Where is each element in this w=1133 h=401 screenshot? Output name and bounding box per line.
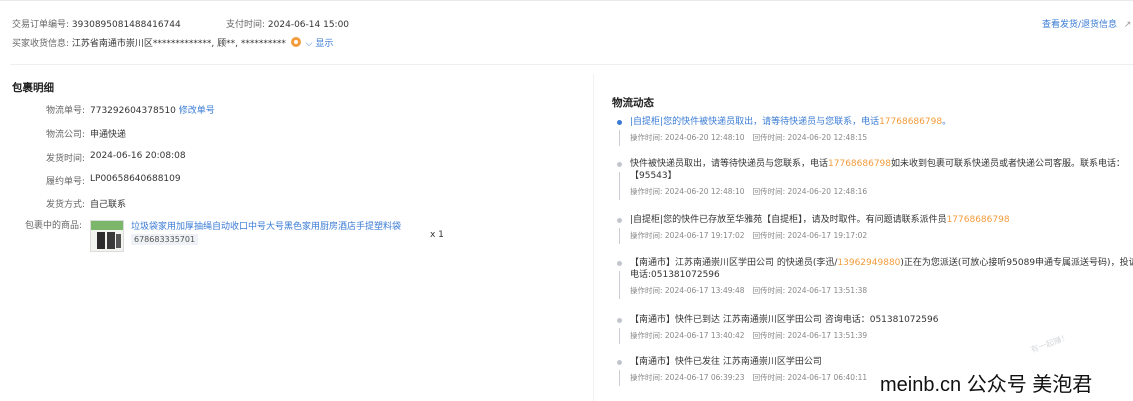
- timeline-event-text: |自提柜|您的快件被快递员取出，请等待快递员与您联系，电话17768686798…: [630, 117, 952, 127]
- package-title: 包裹明细: [12, 82, 54, 94]
- product-thumbnail[interactable]: [90, 220, 124, 252]
- product-id-badge: 678683335701: [131, 234, 199, 245]
- courier-phone[interactable]: 13962949880: [837, 258, 900, 268]
- fulfill-value: LP00658640688109: [90, 174, 181, 184]
- timeline-event-times: 操作时间: 2024-06-17 19:17:02 回传时间: 2024-06-1…: [630, 231, 868, 240]
- timeline-dot: [617, 162, 622, 167]
- timeline-event-text: 【南通市】快件已发往 江苏南通崇川区学田公司: [630, 357, 822, 367]
- timeline-event-text: 【南通市】江苏南通崇川区学田公司 的快递员(李迅/13962949880)正在为…: [630, 258, 1133, 280]
- fulfill-label: 履约单号:: [45, 177, 85, 187]
- pay-time-value: 2024-06-14 15:00: [267, 20, 350, 30]
- external-link-icon[interactable]: ↗ |: [1124, 20, 1133, 30]
- panel-divider: [593, 74, 594, 401]
- timeline-event-times: 操作时间: 2024-06-17 06:39:23 回传时间: 2024-06-1…: [630, 373, 868, 382]
- chevron-down-icon[interactable]: ⌵: [306, 39, 313, 49]
- carrier-label: 物流公司:: [45, 130, 85, 140]
- ship-time-value: 2024-06-16 20:08:08: [90, 151, 186, 161]
- package-details: 物流单号: 773292604378510 修改单号 物流公司: 申通快递 发货…: [0, 103, 590, 303]
- order-number-label: 交易订单编号:: [12, 20, 70, 30]
- view-shipping-row: 查看发货/退货信息 ↗ |: [1042, 17, 1133, 30]
- timeline-line: [619, 370, 620, 386]
- buyer-info-label: 买家收货信息:: [12, 39, 70, 49]
- pay-time-label: 支付时间:: [226, 20, 266, 30]
- ship-method-value: 自己联系: [90, 200, 127, 210]
- edit-tracking-link[interactable]: 修改单号: [179, 106, 215, 116]
- timeline-event-times: 操作时间: 2024-06-20 12:48:10 回传时间: 2024-06-2…: [630, 133, 868, 142]
- timeline-event-text: 快件被快递员取出，请等待快递员与您联系，电话17768686798如未收到包裹可…: [630, 159, 1126, 181]
- tracking-label: 物流单号:: [45, 106, 85, 116]
- timeline-line: [619, 130, 620, 146]
- order-number-value: 3930895081488416744: [71, 20, 181, 30]
- goods-label: 包裹中的商品:: [24, 221, 82, 231]
- timeline-event-times: 操作时间: 2024-06-17 13:49:48 回传时间: 2024-06-1…: [630, 286, 868, 295]
- courier-phone[interactable]: 17768686798: [879, 117, 942, 127]
- courier-phone[interactable]: 17768686798: [947, 215, 1010, 225]
- pay-time-row: 支付时间: 2024-06-14 15:00: [226, 17, 349, 30]
- eye-privacy-icon[interactable]: [290, 37, 301, 47]
- top-border: [0, 0, 1133, 1]
- logistics-title: 物流动态: [612, 97, 654, 109]
- timeline-line: [619, 172, 620, 200]
- timeline-dot: [617, 261, 622, 266]
- product-name-link[interactable]: 垃圾袋家用加厚抽绳自动收口中号大号黑色家用厨房酒店手提塑料袋: [131, 219, 401, 232]
- timeline-dot: [617, 218, 622, 223]
- timeline-line: [619, 228, 620, 244]
- tracking-value-wrap: 773292604378510 修改单号: [90, 103, 215, 116]
- carrier-value: 申通快递: [90, 130, 127, 140]
- timeline-line: [619, 271, 620, 299]
- watermark-text: meinb.cn 公众号 美泡君: [880, 374, 1093, 396]
- timeline-event-times: 操作时间: 2024-06-20 12:48:10 回传时间: 2024-06-2…: [630, 187, 868, 196]
- timeline-line: [619, 328, 620, 344]
- product-image-icon: [91, 221, 123, 249]
- buyer-info-row: 买家收货信息: 江苏省南通市崇川区*************, 顾**, ***…: [12, 36, 333, 49]
- timeline-dot: [617, 318, 622, 323]
- order-number-row: 交易订单编号: 3930895081488416744: [12, 17, 181, 30]
- courier-phone[interactable]: 17768686798: [828, 159, 891, 169]
- timeline-event-times: 操作时间: 2024-06-17 13:40:42 回传时间: 2024-06-1…: [630, 331, 868, 340]
- timeline-event-text: |自提柜|您的快件已存放至华雅苑【自提柜】，请及时取件。有问题请联系派件员177…: [630, 215, 1010, 225]
- show-info-link[interactable]: 显示: [315, 39, 333, 49]
- timeline-event-text: 【南通市】快件已到达 江苏南通崇川区学田公司 咨询电话：051381072596: [630, 315, 939, 325]
- faint-watermark: 有一起赚！: [1029, 332, 1071, 355]
- header-divider: [10, 64, 1133, 65]
- view-shipping-link[interactable]: 查看发货/退货信息: [1042, 20, 1117, 30]
- ship-method-label: 发货方式:: [45, 200, 85, 210]
- timeline-dot-active: [617, 120, 622, 125]
- buyer-info-value: 江苏省南通市崇川区*************, 顾**, **********: [71, 39, 286, 49]
- timeline-dot: [617, 360, 622, 365]
- tracking-number: 773292604378510: [90, 106, 176, 116]
- ship-time-label: 发货时间:: [45, 154, 85, 164]
- product-quantity: x 1: [430, 230, 444, 240]
